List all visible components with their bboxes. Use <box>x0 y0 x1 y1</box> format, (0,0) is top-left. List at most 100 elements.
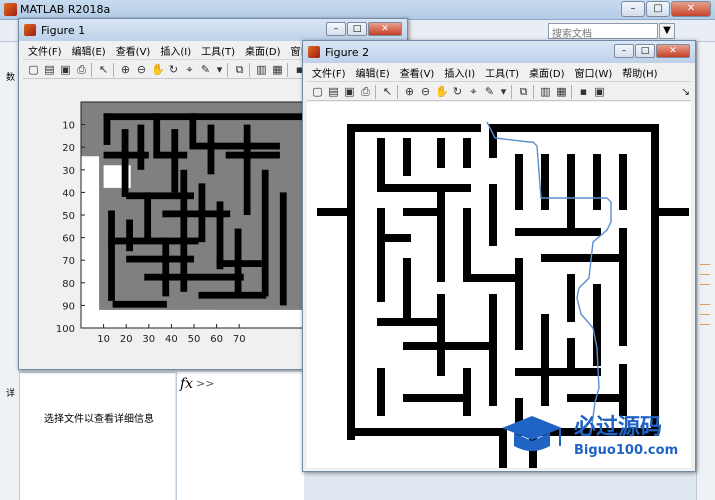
save-icon[interactable]: ▣ <box>343 85 356 98</box>
menu-edit[interactable]: 编辑(E) <box>351 63 395 81</box>
rotate-icon[interactable]: ↻ <box>167 63 180 76</box>
figure2-close-button[interactable]: ✕ <box>656 44 690 58</box>
zoom-out-icon[interactable]: ⊖ <box>419 85 432 98</box>
menu-file[interactable]: 文件(F) <box>23 41 67 59</box>
x-tick-label: 40 <box>165 334 178 345</box>
figure1-titlebar: Figure 1 – □ ✕ <box>19 19 407 41</box>
maze-wall <box>137 124 145 170</box>
pointer-icon[interactable]: ↖ <box>97 63 110 76</box>
pointer-icon[interactable]: ↖ <box>381 85 394 98</box>
y-tick-label: 50 <box>62 211 75 222</box>
show-plot-tools-icon[interactable]: ▣ <box>593 85 606 98</box>
command-window[interactable] <box>176 372 304 500</box>
legend-icon[interactable]: ▦ <box>555 85 568 98</box>
menu-window[interactable]: 窗口(W) <box>570 63 618 81</box>
y-tick-label: 90 <box>62 301 75 312</box>
brush-icon[interactable]: ✎ <box>199 63 212 76</box>
maze-wall <box>103 113 307 121</box>
maze-wall <box>112 300 167 308</box>
menu-insert[interactable]: 插入(I) <box>439 63 480 81</box>
y-tick-label: 80 <box>62 279 75 290</box>
menu-view[interactable]: 查看(V) <box>111 41 156 59</box>
menu-tools[interactable]: 工具(T) <box>196 41 240 59</box>
maze-wall <box>189 142 280 150</box>
x-tick-label: 70 <box>233 334 246 345</box>
matlab-titlebar: MATLAB R2018a – □ ✕ <box>0 0 715 20</box>
zoom-in-icon[interactable]: ⊕ <box>119 63 132 76</box>
figure2-titlebar: Figure 2 – □ ✕ <box>303 41 695 63</box>
watermark-url: Biguo100.com <box>574 443 678 458</box>
pan-icon[interactable]: ✋ <box>151 63 165 76</box>
side-marker: 数 <box>6 73 16 83</box>
zoom-in-icon[interactable]: ⊕ <box>403 85 416 98</box>
menu-file[interactable]: 文件(F) <box>307 63 351 81</box>
figure1-minimize-button[interactable]: – <box>326 22 346 36</box>
link-plot-icon[interactable]: ⧉ <box>233 63 246 76</box>
x-tick-label: 20 <box>120 334 133 345</box>
watermark-logo: 必过源码 Biguo100.com <box>502 414 678 458</box>
menu-desktop[interactable]: 桌面(D) <box>240 41 286 59</box>
minimize-button[interactable]: – <box>621 1 645 17</box>
link-plot-icon[interactable]: ⧉ <box>517 85 530 98</box>
maze-wall <box>121 129 129 197</box>
maze-wall <box>198 291 267 299</box>
maze-wall <box>162 237 170 297</box>
y-tick-label: 40 <box>62 188 75 199</box>
details-panel <box>20 372 175 500</box>
rotate-icon[interactable]: ↻ <box>451 85 464 98</box>
maze-wall <box>126 219 133 252</box>
zoom-out-icon[interactable]: ⊖ <box>135 63 148 76</box>
left-side-panel: 数 详 <box>0 42 20 500</box>
maze-wall <box>216 260 262 267</box>
figure1-title: Figure 1 <box>41 24 86 37</box>
y-tick-label: 20 <box>62 143 75 154</box>
pan-icon[interactable]: ✋ <box>435 85 449 98</box>
menu-tools[interactable]: 工具(T) <box>480 63 524 81</box>
close-button[interactable]: ✕ <box>671 1 711 17</box>
figure2-menubar: 文件(F) 编辑(E) 查看(V) 插入(I) 工具(T) 桌面(D) 窗口(W… <box>307 63 691 81</box>
data-cursor-icon[interactable]: ⌖ <box>183 63 196 76</box>
side-marker: 详 <box>6 389 16 399</box>
open-file-icon[interactable]: ▤ <box>43 63 56 76</box>
legend-icon[interactable]: ▦ <box>271 63 284 76</box>
brush-icon[interactable]: ✎ <box>483 85 496 98</box>
figure2-window[interactable]: Figure 2 – □ ✕ 文件(F) 编辑(E) 查看(V) 插入(I) 工… <box>302 40 696 472</box>
new-figure-icon[interactable]: ▢ <box>311 85 324 98</box>
figure1-maximize-button[interactable]: □ <box>347 22 367 36</box>
menu-help[interactable]: 帮助(H) <box>617 63 662 81</box>
maze-wall <box>108 237 199 245</box>
print-icon[interactable]: ⎙ <box>75 63 88 76</box>
print-icon[interactable]: ⎙ <box>359 85 372 98</box>
figure1-close-button[interactable]: ✕ <box>368 22 402 36</box>
save-icon[interactable]: ▣ <box>59 63 72 76</box>
dock-arrow-icon[interactable]: ↘ <box>679 85 692 98</box>
search-documentation-input[interactable]: 搜索文档 <box>548 23 658 40</box>
search-dropdown-button[interactable]: ▼ <box>659 23 675 39</box>
chevron-down-icon[interactable]: ▾ <box>497 85 510 98</box>
x-tick-label: 60 <box>210 334 223 345</box>
chevron-down-icon[interactable]: ▾ <box>213 63 226 76</box>
open-file-icon[interactable]: ▤ <box>327 85 340 98</box>
colorbar-icon[interactable]: ▥ <box>255 63 268 76</box>
data-cursor-icon[interactable]: ⌖ <box>467 85 480 98</box>
colorbar-icon[interactable]: ▥ <box>539 85 552 98</box>
watermark-text: 必过源码 <box>574 414 662 440</box>
menu-desktop[interactable]: 桌面(D) <box>524 63 570 81</box>
menu-edit[interactable]: 编辑(E) <box>67 41 111 59</box>
maze-wall <box>103 113 111 145</box>
new-figure-icon[interactable]: ▢ <box>27 63 40 76</box>
hide-plot-tools-icon[interactable]: ▪ <box>577 85 590 98</box>
y-tick-label: 30 <box>62 166 75 177</box>
figure2-maximize-button[interactable]: □ <box>635 44 655 58</box>
maximize-button[interactable]: □ <box>646 1 670 17</box>
menu-view[interactable]: 查看(V) <box>395 63 440 81</box>
maze-wall <box>279 192 287 306</box>
menu-insert[interactable]: 插入(I) <box>155 41 196 59</box>
maze-wall <box>153 113 161 154</box>
figure2-minimize-button[interactable]: – <box>614 44 634 58</box>
search-placeholder: 搜索文档 <box>552 29 592 40</box>
maze-wall <box>198 183 206 243</box>
maze-wall <box>108 210 115 301</box>
figure-icon <box>24 24 36 36</box>
details-text: 选择文件以查看详细信息 <box>44 414 154 425</box>
